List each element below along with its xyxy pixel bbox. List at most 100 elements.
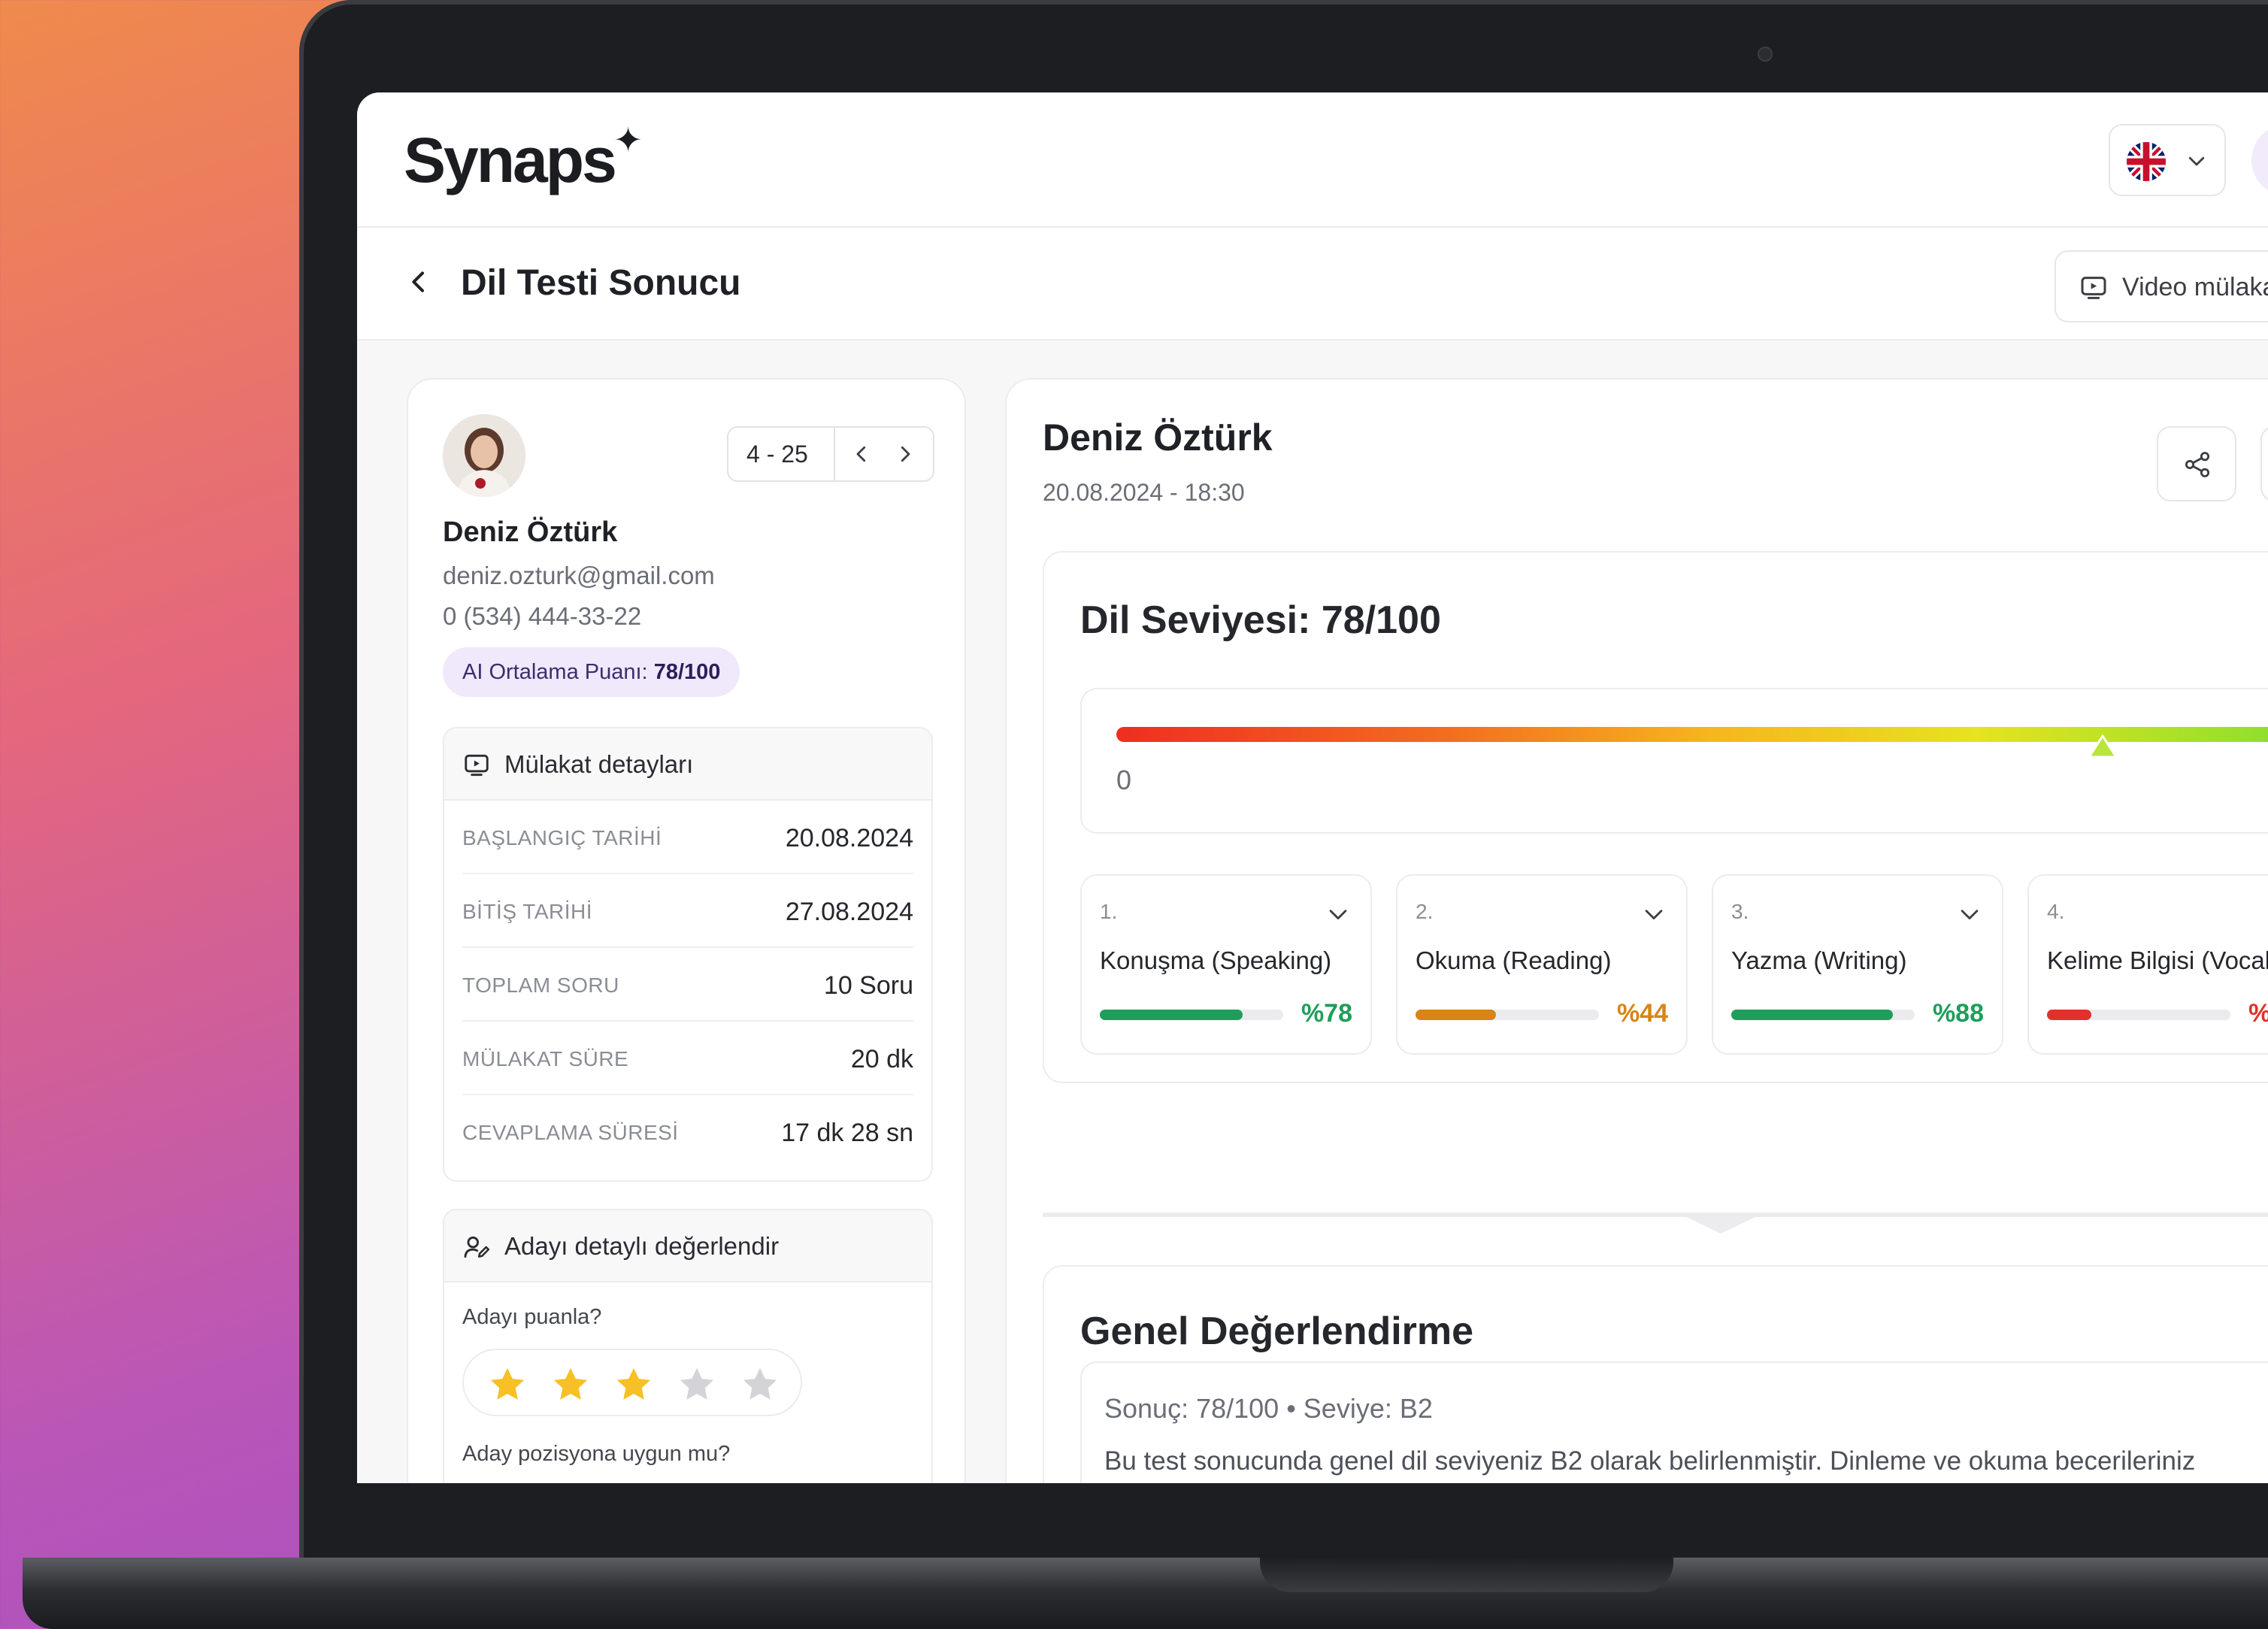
skill-progress-track (1416, 1010, 1599, 1020)
level-gauge: 0 (1080, 688, 2268, 834)
result-datetime: 20.08.2024 - 18:30 (1043, 479, 1245, 506)
user-edit-icon (464, 1236, 490, 1258)
skill-percent: %44 (1616, 999, 1668, 1028)
rating-question: Adayı puanla? (462, 1305, 602, 1329)
app-screen: Synaps✦ Dil Testi Sonucu Video mülakat (357, 92, 2268, 1483)
chevron-down-icon[interactable] (1325, 901, 1351, 927)
skill-progress-track (1731, 1010, 1915, 1020)
detail-value: 17 dk 28 sn (781, 1119, 913, 1147)
general-evaluation-card: Genel Değerlendirme Sonuç: 78/100 • Sevi… (1043, 1265, 2268, 1483)
laptop-base (23, 1558, 2268, 1629)
summary-box: Sonuç: 78/100 • Seviye: B2 Bu test sonuc… (1080, 1361, 2268, 1483)
skill-number: 3. (1731, 900, 1749, 923)
detail-value: 27.08.2024 (785, 898, 913, 926)
candidate-email[interactable]: deniz.ozturk@gmail.com (443, 562, 715, 590)
skill-card-speaking[interactable]: 1. Konuşma (Speaking) %78 (1080, 874, 1372, 1055)
star-icon[interactable] (486, 1364, 528, 1406)
skill-percent: %78 (1301, 999, 1352, 1028)
candidate-phone: 0 (534) 444-33-22 (443, 602, 642, 630)
star-rating[interactable] (462, 1349, 802, 1416)
video-interview-button[interactable]: Video mülakat (2055, 250, 2268, 322)
summary-text: Bu test sonucunda genel dil seviyeniz B2… (1104, 1446, 2196, 1476)
detail-label: MÜLAKAT SÜRE (462, 1047, 629, 1070)
divider-notch (1683, 1216, 1758, 1234)
skill-name: Konuşma (Speaking) (1100, 946, 1332, 974)
skill-name: Okuma (Reading) (1416, 946, 1612, 974)
skill-percent: %24 (2248, 999, 2268, 1028)
camera-dot (1758, 47, 1773, 62)
skill-progress-track (1100, 1010, 1283, 1020)
star-icon[interactable] (550, 1364, 592, 1406)
star-icon[interactable] (613, 1364, 655, 1406)
user-avatar[interactable] (2251, 124, 2268, 196)
chevron-down-icon[interactable] (1641, 901, 1667, 927)
video-interview-label: Video mülakat (2122, 273, 2268, 301)
sparkle-icon: ✦ (613, 120, 643, 159)
skill-progress-fill (2047, 1010, 2091, 1020)
interview-details: Mülakat detayları BAŞLANGIÇ TARİHİ 20.08… (443, 727, 933, 1182)
detail-row: MÜLAKAT SÜRE 20 dk (462, 1022, 913, 1095)
skill-progress-fill (1100, 1010, 1243, 1020)
page-title: Dil Testi Sonucu (461, 263, 741, 303)
skill-number: 1. (1100, 900, 1118, 923)
video-icon (465, 754, 489, 777)
candidate-pager: 4 - 25 (727, 426, 934, 482)
ai-score-badge: AI Ortalama Puanı: 78/100 (443, 647, 740, 697)
gauge-min-label: 0 (1116, 765, 1132, 795)
candidate-name: Deniz Öztürk (443, 516, 618, 548)
skill-scores: 1. Konuşma (Speaking) %78 2. Okuma (Read… (1080, 874, 2268, 1055)
video-icon (2081, 277, 2106, 299)
star-icon[interactable] (739, 1364, 781, 1406)
chevron-down-icon[interactable] (1957, 901, 1982, 927)
skill-card-reading[interactable]: 2. Okuma (Reading) %44 (1396, 874, 1688, 1055)
skill-percent: %88 (1932, 999, 1984, 1028)
skill-progress-fill (1416, 1010, 1497, 1020)
language-select[interactable] (2109, 124, 2226, 196)
detail-row: BAŞLANGIÇ TARİHİ 20.08.2024 (462, 801, 913, 874)
interview-details-title: Mülakat detayları (504, 750, 694, 778)
more-button[interactable] (2260, 426, 2268, 501)
detail-value: 20 dk (850, 1045, 913, 1073)
share-icon (2185, 452, 2210, 477)
app-header: Synaps ✦ (357, 92, 2268, 228)
skill-card-writing[interactable]: 3. Yazma (Writing) %88 (1712, 874, 2003, 1055)
detail-label: BİTİŞ TARİHİ (462, 900, 592, 923)
chevron-left-icon[interactable] (850, 443, 873, 465)
star-icon[interactable] (676, 1364, 718, 1406)
section-divider (1043, 1213, 2268, 1217)
chevron-right-icon[interactable] (894, 443, 916, 465)
share-button[interactable] (2157, 426, 2236, 501)
skill-number: 4. (2047, 900, 2065, 923)
evaluation-title: Adayı detaylı değerlendir (504, 1232, 780, 1260)
title-bar: Dil Testi Sonucu Video mülakat (357, 228, 2268, 341)
logo-text: Synaps (404, 125, 617, 195)
interview-details-header: Mülakat detayları (444, 728, 931, 801)
detail-row: TOPLAM SORU 10 Soru (462, 948, 913, 1022)
summary-meta: Sonuç: 78/100 • Seviye: B2 (1104, 1393, 1433, 1424)
evaluation-header: Adayı detaylı değerlendir (444, 1210, 931, 1282)
language-level-title: Dil Seviyesi: 78/100 (1080, 598, 1441, 642)
detail-label: CEVAPLAMA SÜRESİ (462, 1121, 679, 1144)
chevron-down-icon (2188, 156, 2205, 166)
skill-progress-track (2047, 1010, 2230, 1020)
laptop-notch (1260, 1558, 1673, 1592)
fit-question: Aday pozisyona uygun mu? (462, 1442, 731, 1466)
detail-label: BAŞLANGIÇ TARİHİ (462, 826, 662, 849)
pager-divider (834, 428, 835, 480)
result-candidate-name: Deniz Öztürk (1043, 416, 1273, 459)
uk-flag-icon (2127, 142, 2166, 181)
detail-label: TOPLAM SORU (462, 973, 619, 997)
ai-score-value: 78/100 (653, 660, 721, 684)
back-arrow-icon[interactable] (404, 267, 434, 297)
skill-name: Kelime Bilgisi (Vocabulary) (2047, 946, 2268, 974)
logo[interactable]: Synaps ✦ (404, 120, 643, 197)
skill-number: 2. (1416, 900, 1434, 923)
result-panel: Deniz Öztürk 20.08.2024 - 18:30 Dil Sevi… (1005, 378, 2268, 1483)
skill-card-vocabulary[interactable]: 4. Kelime Bilgisi (Vocabulary) %24 (2027, 874, 2268, 1055)
candidate-card: 4 - 25 Deniz Öztürk deniz.ozturk@gmail.c… (407, 378, 966, 1483)
ai-score-label: AI Ortalama Puanı: (462, 660, 648, 684)
detail-row: BİTİŞ TARİHİ 27.08.2024 (462, 874, 913, 948)
skill-name: Yazma (Writing) (1731, 946, 1907, 974)
general-evaluation-title: Genel Değerlendirme (1080, 1310, 1474, 1353)
skill-progress-fill (1731, 1010, 1893, 1020)
